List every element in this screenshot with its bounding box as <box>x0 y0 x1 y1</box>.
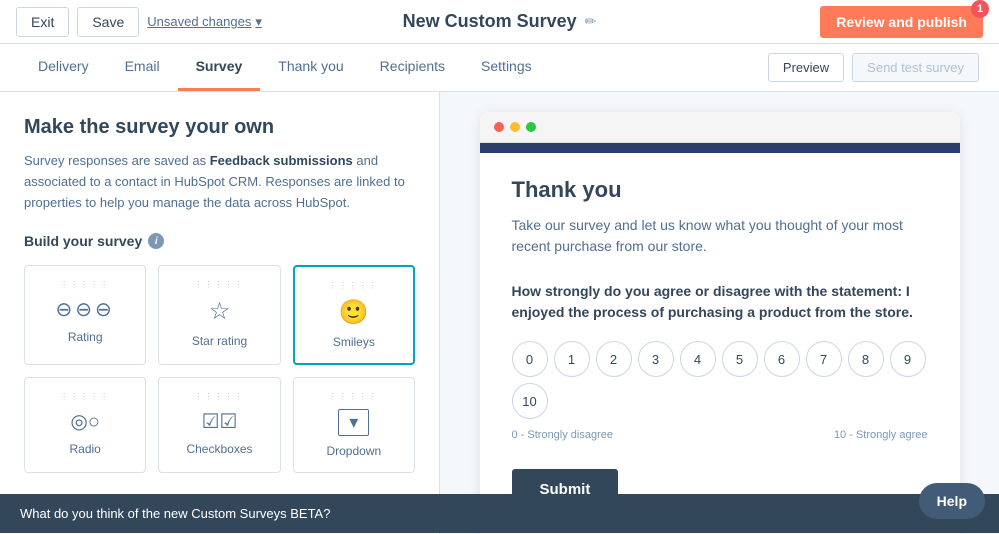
left-panel: Make the survey your own Survey response… <box>0 92 440 534</box>
tab-recipients[interactable]: Recipients <box>362 44 463 91</box>
rating-label: Rating <box>68 330 103 344</box>
dots-smileys: ⋮⋮⋮⋮⋮ <box>329 281 379 290</box>
radio-icon: ◎○ <box>70 409 100 434</box>
type-card-dropdown[interactable]: ⋮⋮⋮⋮⋮ ▾ Dropdown <box>293 377 415 473</box>
rating-8[interactable]: 8 <box>848 341 884 377</box>
survey-preview-desc: Take our survey and let us know what you… <box>512 215 928 257</box>
topbar-left: Exit Save Unsaved changes ▾ <box>16 7 262 37</box>
rating-3[interactable]: 3 <box>638 341 674 377</box>
save-button[interactable]: Save <box>77 7 139 37</box>
chevron-down-icon: ▾ <box>255 14 262 30</box>
info-icon[interactable]: i <box>148 233 164 249</box>
rating-labels: 0 - Strongly disagree 10 - Strongly agre… <box>512 429 928 441</box>
dots-checkboxes: ⋮⋮⋮⋮⋮ <box>194 392 244 401</box>
browser-bar <box>480 112 960 143</box>
nav-tabs-left: Delivery Email Survey Thank you Recipien… <box>20 44 550 91</box>
type-card-smileys[interactable]: ⋮⋮⋮⋮⋮ 🙂 Smileys <box>293 265 415 365</box>
smiley-icon: 🙂 <box>339 298 369 327</box>
star-icon: ☆ <box>209 297 231 326</box>
main-content: Make the survey your own Survey response… <box>0 92 999 534</box>
checkboxes-label: Checkboxes <box>186 442 252 456</box>
dots-star: ⋮⋮⋮⋮⋮ <box>194 280 244 289</box>
survey-type-grid: ⋮⋮⋮⋮⋮ ⊖⊖⊖ Rating ⋮⋮⋮⋮⋮ ☆ Star rating ⋮⋮⋮… <box>24 265 415 473</box>
dots-radio: ⋮⋮⋮⋮⋮ <box>60 392 110 401</box>
tab-thank-you[interactable]: Thank you <box>260 44 361 91</box>
rating-scale: 0 1 2 3 4 5 6 7 8 9 10 <box>512 341 928 419</box>
rating-7[interactable]: 7 <box>806 341 842 377</box>
dots-dropdown: ⋮⋮⋮⋮⋮ <box>329 392 379 401</box>
survey-title: New Custom Survey <box>403 11 577 32</box>
survey-question: How strongly do you agree or disagree wi… <box>512 281 928 323</box>
rating-high-label: 10 - Strongly agree <box>834 429 928 441</box>
bottom-banner-text: What do you think of the new Custom Surv… <box>20 506 330 521</box>
browser-dot-yellow <box>510 122 520 132</box>
rating-0[interactable]: 0 <box>512 341 548 377</box>
dropdown-icon: ▾ <box>338 409 369 436</box>
smileys-label: Smileys <box>333 335 375 349</box>
survey-preview: Thank you Take our survey and let us kno… <box>480 143 960 534</box>
right-panel: Thank you Take our survey and let us kno… <box>440 92 999 534</box>
topbar-right: Review and publish 1 <box>820 6 983 38</box>
rating-1[interactable]: 1 <box>554 341 590 377</box>
survey-preview-title: Thank you <box>512 177 928 203</box>
send-test-button[interactable]: Send test survey <box>852 53 979 82</box>
type-card-radio[interactable]: ⋮⋮⋮⋮⋮ ◎○ Radio <box>24 377 146 473</box>
notification-badge: 1 <box>971 0 989 18</box>
exit-button[interactable]: Exit <box>16 7 69 37</box>
build-survey-label: Build your survey i <box>24 233 415 249</box>
panel-description: Survey responses are saved as Feedback s… <box>24 151 415 213</box>
tab-delivery[interactable]: Delivery <box>20 44 107 91</box>
tab-email[interactable]: Email <box>107 44 178 91</box>
preview-button[interactable]: Preview <box>768 53 844 82</box>
type-card-star-rating[interactable]: ⋮⋮⋮⋮⋮ ☆ Star rating <box>158 265 280 365</box>
help-button[interactable]: Help <box>919 483 985 519</box>
edit-icon[interactable]: ✏ <box>585 13 597 30</box>
browser-dot-red <box>494 122 504 132</box>
tab-survey[interactable]: Survey <box>178 44 261 91</box>
tab-settings[interactable]: Settings <box>463 44 550 91</box>
rating-low-label: 0 - Strongly disagree <box>512 429 614 441</box>
survey-header-stripe <box>480 143 960 153</box>
dropdown-label: Dropdown <box>326 444 381 458</box>
browser-mockup: Thank you Take our survey and let us kno… <box>480 112 960 534</box>
type-card-rating[interactable]: ⋮⋮⋮⋮⋮ ⊖⊖⊖ Rating <box>24 265 146 365</box>
topbar: Exit Save Unsaved changes ▾ New Custom S… <box>0 0 999 44</box>
rating-4[interactable]: 4 <box>680 341 716 377</box>
radio-label: Radio <box>69 442 100 456</box>
nav-tabs: Delivery Email Survey Thank you Recipien… <box>0 44 999 92</box>
rating-6[interactable]: 6 <box>764 341 800 377</box>
rating-icon: ⊖⊖⊖ <box>56 297 115 322</box>
rating-10[interactable]: 10 <box>512 383 548 419</box>
survey-body: Thank you Take our survey and let us kno… <box>480 153 960 534</box>
nav-tabs-right: Preview Send test survey <box>768 53 979 82</box>
bottom-banner: What do you think of the new Custom Surv… <box>0 494 999 533</box>
rating-9[interactable]: 9 <box>890 341 926 377</box>
topbar-center: New Custom Survey ✏ <box>403 11 597 32</box>
star-rating-label: Star rating <box>192 334 247 348</box>
rating-2[interactable]: 2 <box>596 341 632 377</box>
type-card-checkboxes[interactable]: ⋮⋮⋮⋮⋮ ☑☑ Checkboxes <box>158 377 280 473</box>
review-publish-button[interactable]: Review and publish 1 <box>820 6 983 38</box>
checkboxes-icon: ☑☑ <box>202 409 238 434</box>
unsaved-changes-link[interactable]: Unsaved changes ▾ <box>147 14 262 30</box>
dots-rating: ⋮⋮⋮⋮⋮ <box>60 280 110 289</box>
rating-5[interactable]: 5 <box>722 341 758 377</box>
browser-dot-green <box>526 122 536 132</box>
panel-heading: Make the survey your own <box>24 116 415 139</box>
